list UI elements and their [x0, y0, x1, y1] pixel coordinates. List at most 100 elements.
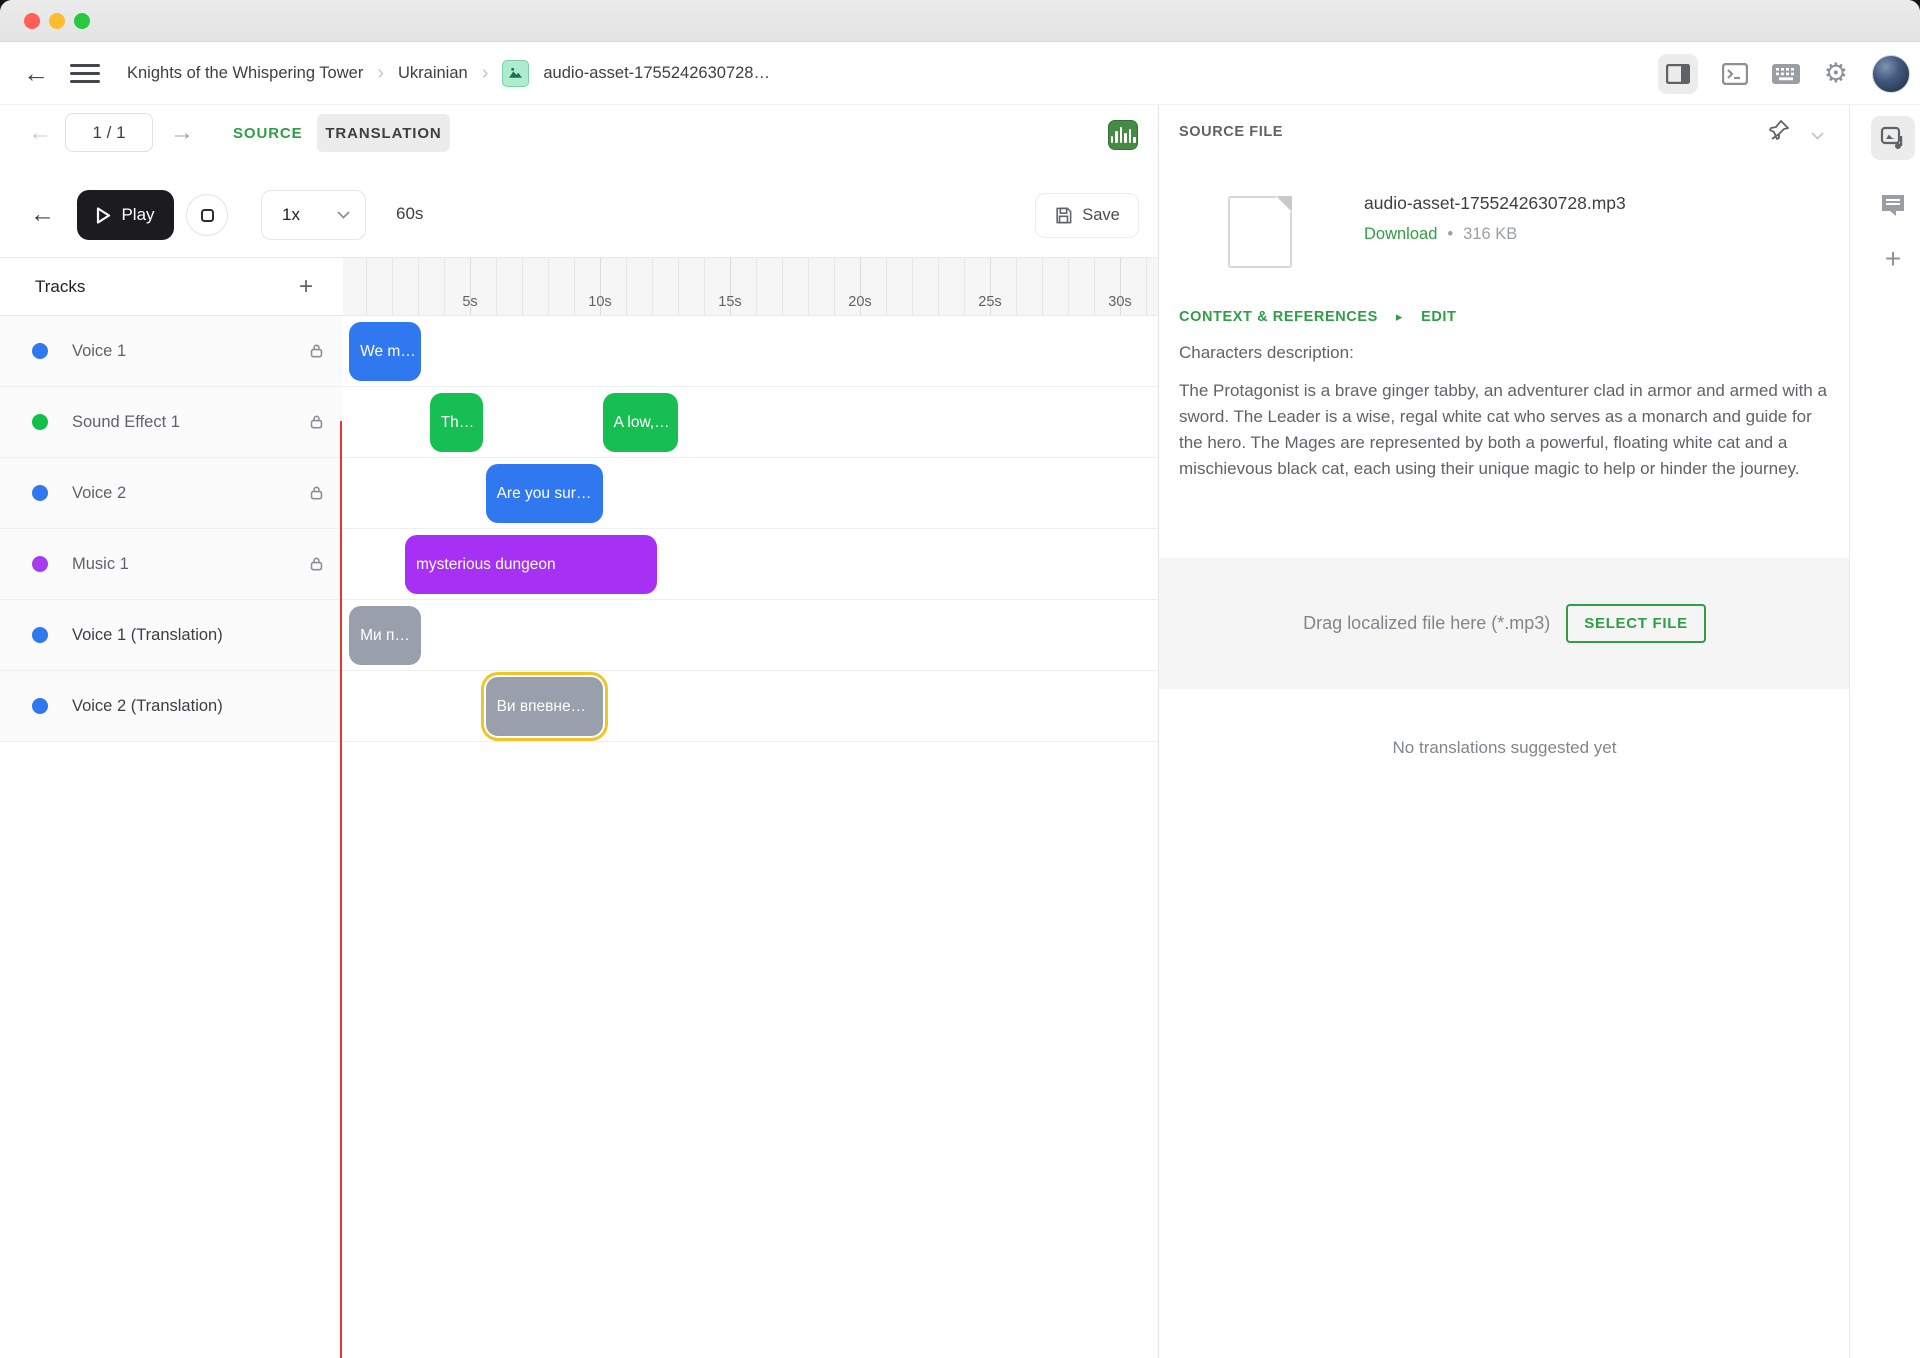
dropzone-hint: Drag localized file here (*.mp3) [1303, 613, 1550, 634]
track-label: Sound Effect 1 [72, 413, 180, 432]
pager-value[interactable]: 1 / 1 [65, 113, 153, 152]
tab-translation[interactable]: TRANSLATION [317, 114, 450, 152]
ruler-tick [1146, 258, 1147, 315]
menu-icon[interactable] [70, 64, 100, 83]
audio-clip[interactable]: Ви впевне… [486, 677, 603, 736]
panel-title: SOURCE FILE [1179, 124, 1283, 140]
pin-icon[interactable] [1767, 118, 1791, 147]
play-icon [96, 207, 111, 224]
characters-description-text: The Protagonist is a brave ginger tabby,… [1179, 378, 1827, 482]
ruler-tick [444, 258, 445, 315]
transport-back-icon[interactable]: ← [30, 200, 55, 229]
breadcrumb-project[interactable]: Knights of the Whispering Tower [127, 64, 363, 83]
track-header-cell[interactable]: Voice 1 [0, 316, 343, 386]
ruler-tick [548, 258, 549, 315]
select-file-button[interactable]: SELECT FILE [1566, 604, 1706, 643]
comments-panel-button[interactable] [1871, 183, 1915, 227]
track-header-cell[interactable]: Music 1 [0, 529, 343, 599]
track-color-dot [32, 556, 48, 572]
audio-clip[interactable]: A low,… [603, 393, 678, 452]
source-file-panel: SOURCE FILE audio-asset-1755242630728.mp… [1158, 105, 1849, 1358]
track-label: Voice 2 [72, 484, 126, 503]
minimize-window-button[interactable] [49, 13, 65, 29]
lock-icon [308, 343, 325, 360]
media-asset-icon [1880, 125, 1906, 151]
track-lock-button[interactable] [308, 485, 325, 502]
add-panel-button[interactable]: + [1871, 237, 1915, 281]
track-lock-button[interactable] [308, 343, 325, 360]
track-lock-button[interactable] [308, 414, 325, 431]
context-references-link[interactable]: CONTEXT & REFERENCES [1179, 309, 1378, 325]
ruler-label: 15s [718, 294, 741, 310]
chevron-down-icon[interactable] [1811, 127, 1824, 145]
pager-row: ← 1 / 1 → SOURCE TRANSLATION [0, 105, 1158, 167]
terminal-icon[interactable] [1722, 63, 1748, 85]
playback-speed-select[interactable]: 1x [261, 190, 366, 240]
track-color-dot [32, 627, 48, 643]
download-link[interactable]: Download [1364, 225, 1437, 244]
ruler-tick [834, 258, 835, 315]
breadcrumb-asset[interactable]: audio-asset-1755242630728… [543, 64, 770, 83]
track-label: Music 1 [72, 555, 129, 574]
localized-file-dropzone[interactable]: Drag localized file here (*.mp3) SELECT … [1159, 558, 1850, 689]
app-window: ← Knights of the Whispering Tower › Ukra… [0, 0, 1920, 1358]
clips-layer: We m…Th… A low,…Are you sur… mysterious du… [343, 316, 1158, 742]
save-icon [1054, 206, 1073, 225]
save-button[interactable]: Save [1035, 193, 1139, 238]
ruler-tick [522, 258, 523, 315]
track-color-dot [32, 414, 48, 430]
audio-waveform-badge-icon[interactable] [1108, 120, 1138, 150]
ruler-tick [964, 258, 965, 315]
toolbar: ← Knights of the Whispering Tower › Ukra… [0, 42, 1920, 105]
track-header-cell[interactable]: Voice 2 [0, 458, 343, 528]
ruler-label: 25s [978, 294, 1001, 310]
toggle-side-panel-button[interactable] [1658, 54, 1698, 94]
ruler-tick [1068, 258, 1069, 315]
file-size: 316 KB [1463, 225, 1517, 244]
track-header-cell[interactable]: Voice 2 (Translation) [0, 671, 343, 741]
track-color-dot [32, 485, 48, 501]
add-track-button[interactable]: + [299, 273, 313, 301]
tab-source[interactable]: SOURCE [233, 114, 303, 152]
track-lock-button[interactable] [308, 556, 325, 573]
chevron-down-icon [337, 211, 350, 219]
ruler-tick [782, 258, 783, 315]
ruler-tick [678, 258, 679, 315]
keyboard-icon[interactable] [1772, 64, 1800, 84]
stop-button[interactable] [186, 194, 228, 236]
user-avatar[interactable] [1872, 55, 1910, 93]
meta-separator: • [1447, 225, 1453, 244]
stop-icon [201, 209, 214, 222]
ruler-tick [626, 258, 627, 315]
asset-thumbnail-icon [502, 60, 529, 87]
audio-clip[interactable]: Th… [430, 393, 483, 452]
track-header-cell[interactable]: Voice 1 (Translation) [0, 600, 343, 670]
time-ruler[interactable]: 5s10s15s20s25s30s [343, 257, 1158, 316]
audio-clip[interactable]: Ми п… [349, 606, 421, 665]
track-color-dot [32, 698, 48, 714]
audio-clip[interactable]: We m… [349, 322, 421, 381]
ruler-tick [418, 258, 419, 315]
ruler-tick [756, 258, 757, 315]
track-header-cell[interactable]: Sound Effect 1 [0, 387, 343, 457]
pager-prev-icon[interactable]: ← [28, 119, 52, 147]
back-button[interactable]: ← [22, 58, 50, 89]
playhead[interactable] [340, 421, 342, 1358]
play-button[interactable]: Play [77, 190, 174, 240]
ruler-tick [704, 258, 705, 315]
audio-clip[interactable]: Are you sur… [486, 464, 603, 523]
settings-gear-icon[interactable]: ⚙ [1824, 60, 1848, 87]
ruler-tick [1094, 258, 1095, 315]
ruler-label: 10s [588, 294, 611, 310]
audio-clip[interactable]: mysterious dungeon [405, 535, 657, 594]
breadcrumb-language[interactable]: Ukrainian [398, 64, 468, 83]
pager-next-icon[interactable]: → [170, 119, 194, 147]
track-color-dot [32, 343, 48, 359]
breadcrumb: Knights of the Whispering Tower › Ukrain… [127, 60, 770, 87]
media-asset-panel-button[interactable] [1871, 116, 1915, 160]
ruler-tick [1042, 258, 1043, 315]
ruler-tick [574, 258, 575, 315]
edit-link[interactable]: EDIT [1421, 309, 1456, 325]
zoom-window-button[interactable] [74, 13, 90, 29]
close-window-button[interactable] [24, 13, 40, 29]
